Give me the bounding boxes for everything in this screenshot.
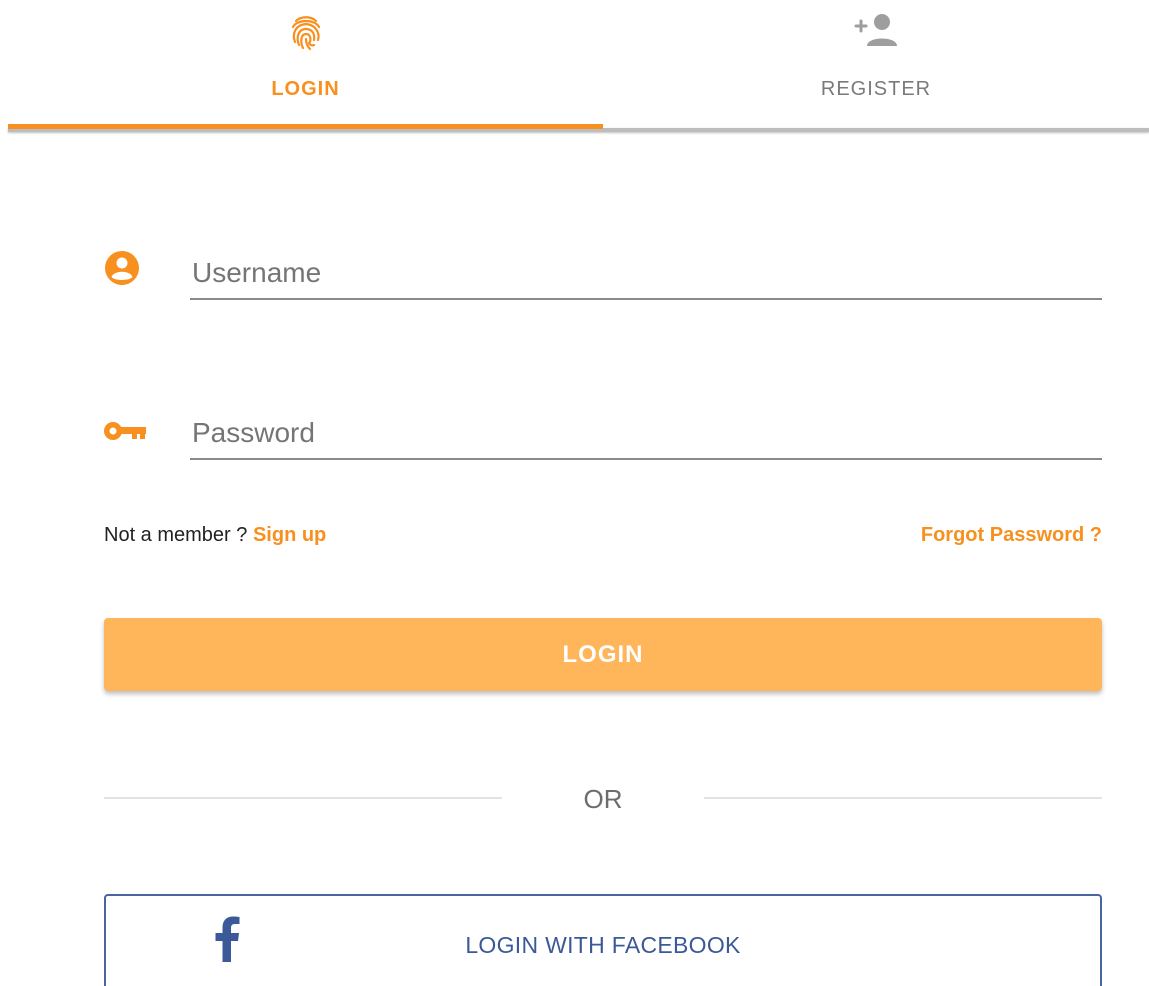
sign-up-link[interactable]: Sign up <box>253 524 326 546</box>
or-divider-text: OR <box>583 784 623 814</box>
tab-register[interactable]: REGISTER <box>603 0 1149 128</box>
account-circle-icon <box>104 250 140 291</box>
divider-line-right <box>704 797 1102 799</box>
facebook-login-button[interactable]: LOGIN WITH FACEBOOK <box>104 894 1102 986</box>
not-member-text: Not a member ? <box>104 524 248 546</box>
login-page: LOGIN REGISTER Username Not a member ? S… <box>0 0 1149 986</box>
password-field <box>104 400 1102 470</box>
forgot-password-link[interactable]: Forgot Password ? <box>921 524 1102 547</box>
divider-line-left <box>104 797 502 799</box>
active-tab-indicator <box>8 124 603 129</box>
fingerprint-icon <box>287 12 325 57</box>
auth-tabs: LOGIN REGISTER <box>8 0 1149 132</box>
tab-login[interactable]: LOGIN <box>8 0 603 128</box>
links-row: Not a member ? Sign up Forgot Password ? <box>104 524 1102 552</box>
username-input[interactable] <box>190 248 1102 300</box>
username-field <box>104 240 1102 310</box>
key-icon <box>104 420 148 447</box>
password-input[interactable] <box>190 408 1102 460</box>
tab-login-label: LOGIN <box>271 78 340 100</box>
login-button[interactable]: LOGIN <box>104 618 1102 691</box>
facebook-button-label: LOGIN WITH FACEBOOK <box>465 932 741 958</box>
tab-register-label: REGISTER <box>820 78 932 100</box>
person-add-icon <box>852 12 900 53</box>
